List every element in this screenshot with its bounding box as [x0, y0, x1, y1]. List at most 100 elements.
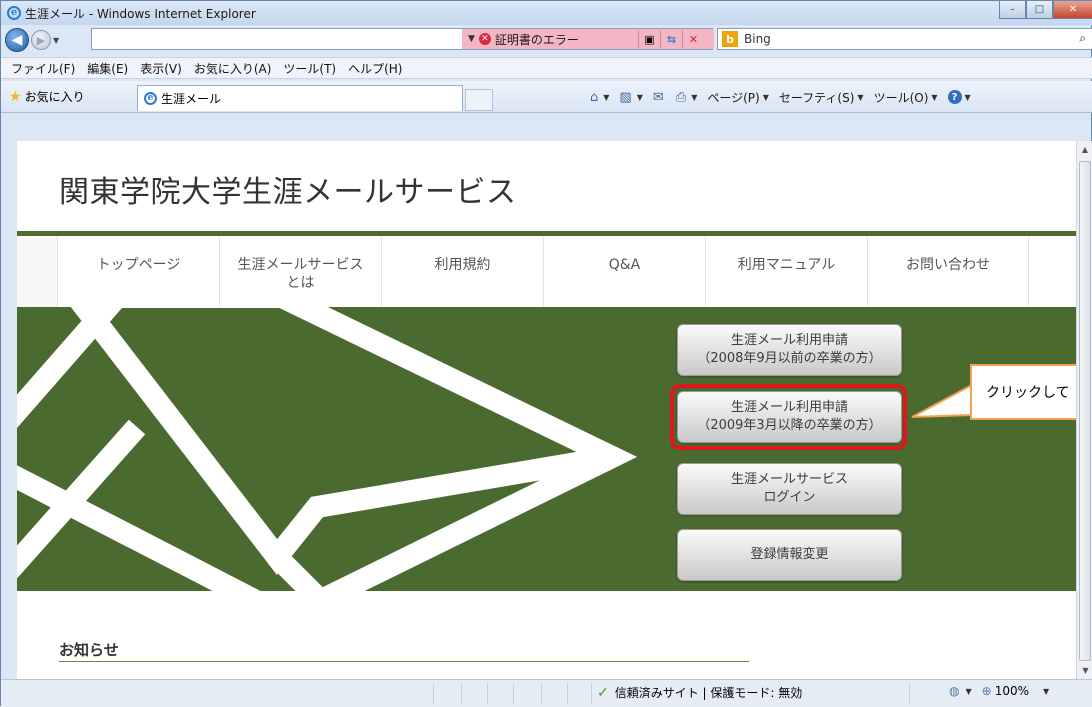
- ie-logo-icon: e: [7, 6, 21, 20]
- menu-tools[interactable]: ツール(T): [277, 60, 342, 77]
- nav-label: トップページ: [96, 257, 181, 273]
- help-icon: ?: [947, 90, 962, 104]
- callout-text: クリックして: [986, 385, 1070, 401]
- maximize-button[interactable]: □: [1026, 1, 1053, 19]
- zoom-level: 100%: [994, 684, 1030, 698]
- nav-top-page[interactable]: トップページ: [57, 236, 219, 307]
- compatibility-view-icon[interactable]: ▣: [638, 30, 660, 48]
- menu-help[interactable]: ヘルプ(H): [342, 60, 408, 77]
- site-title: 関東学院大学生涯メールサービス: [59, 175, 517, 210]
- site-navigation: トップページ 生涯メールサービス とは 利用規約 Q&A 利用マニュアル お問い合…: [17, 231, 1076, 307]
- close-button[interactable]: ✕: [1053, 1, 1092, 19]
- nav-label: 利用規約: [434, 257, 491, 273]
- chevron-down-icon: ▼: [965, 686, 972, 696]
- nav-label: Q&A: [608, 257, 641, 273]
- address-row: ◀ ▶ ▼ ▼ ✕ 証明書のエラー ▣ ⇆ ✕ b Bing ⌕: [1, 25, 1092, 55]
- back-button[interactable]: ◀: [5, 28, 29, 52]
- page-menu-button[interactable]: ページ(P) ▼: [702, 89, 774, 106]
- edit-registration-button[interactable]: 登録情報変更: [677, 529, 902, 581]
- browser-window: e 生涯メール - Windows Internet Explorer – □ …: [0, 0, 1092, 707]
- tools-menu-label: ツール(O): [873, 90, 929, 105]
- callout-note: クリックして: [970, 364, 1076, 420]
- button-label: 登録情報変更: [750, 547, 829, 562]
- tab-title: 生涯メール: [161, 92, 222, 106]
- scroll-up-icon[interactable]: ▲: [1077, 141, 1092, 158]
- zoom-icon: ⊕: [981, 684, 992, 698]
- help-button[interactable]: ? ▼: [943, 90, 976, 104]
- status-bar: ✓ 信頼済みサイト | 保護モード: 無効 ◍ ▼ ⊕ 100% ▼: [1, 679, 1092, 707]
- history-dropdown-icon[interactable]: ▼: [53, 36, 63, 45]
- search-field[interactable]: b Bing ⌕: [717, 28, 1092, 50]
- safety-menu-label: セーフティ(S): [778, 90, 855, 105]
- button-label: 生涯メール利用申請: [730, 333, 848, 348]
- page-viewport: 関東学院大学生涯メールサービス トップページ 生涯メールサービス とは 利用規約 …: [17, 141, 1076, 679]
- nav-contact[interactable]: お問い合わせ: [867, 236, 1029, 307]
- command-bar: ⌂ ▼ ▧ ▼ ✉ ⎙ ▼ ページ(P) ▼ セーフティ(S) ▼ ツール(O) ▼ ? ▼: [585, 81, 976, 113]
- menu-favorites[interactable]: お気に入り(A): [188, 60, 278, 77]
- stop-icon[interactable]: ✕: [682, 30, 704, 48]
- ie-tab-icon: e: [144, 92, 157, 105]
- tools-menu-button[interactable]: ツール(O) ▼: [869, 89, 943, 106]
- news-divider: [59, 661, 749, 662]
- address-dropdown-icon[interactable]: ▼: [468, 34, 475, 44]
- button-sublabel: （2008年9月以前の卒業の方）: [697, 351, 882, 366]
- home-button[interactable]: ⌂ ▼: [585, 90, 614, 105]
- search-engine-label: Bing: [744, 32, 771, 46]
- menu-bar: ファイル(F) 編集(E) 表示(V) お気に入り(A) ツール(T) ヘルプ(…: [1, 57, 1092, 79]
- feeds-button[interactable]: ▧ ▼: [614, 90, 647, 105]
- button-label: 生涯メールサービス: [730, 472, 848, 487]
- hero-banner: 生涯メール利用申請 （2008年9月以前の卒業の方） 生涯メール利用申請 （20…: [17, 307, 1076, 591]
- login-button[interactable]: 生涯メールサービス ログイン: [677, 463, 902, 515]
- nav-label-line2: とは: [286, 275, 315, 291]
- menu-file[interactable]: ファイル(F): [5, 60, 81, 77]
- star-icon: ★: [9, 88, 22, 105]
- printer-icon: ⎙: [675, 89, 687, 105]
- print-button[interactable]: ⎙ ▼: [671, 90, 703, 105]
- zoom-dropdown-icon[interactable]: ▼: [1043, 687, 1049, 696]
- nav-label: 利用マニュアル: [737, 257, 836, 273]
- window-controls: – □ ✕: [999, 1, 1092, 19]
- mail-button[interactable]: ✉: [648, 90, 671, 105]
- nav-about-service[interactable]: 生涯メールサービス とは: [219, 236, 381, 307]
- mail-icon: ✉: [652, 89, 664, 105]
- security-zone-label: 信頼済みサイト | 保護モード: 無効: [614, 686, 803, 700]
- cert-error-icon: ✕: [478, 33, 491, 45]
- nav-label: 生涯メールサービス: [237, 257, 364, 273]
- news-heading: お知らせ: [59, 641, 119, 659]
- highlight-frame: [670, 384, 907, 450]
- search-icon[interactable]: ⌕: [1079, 31, 1086, 46]
- security-zone[interactable]: ✓ 信頼済みサイト | 保護モード: 無効: [597, 684, 802, 701]
- zoom-control[interactable]: ◍ ▼ ⊕ 100% ▼: [949, 684, 1049, 698]
- nav-label: お問い合わせ: [906, 257, 990, 273]
- safety-menu-button[interactable]: セーフティ(S) ▼: [774, 89, 869, 106]
- nav-terms[interactable]: 利用規約: [381, 236, 543, 307]
- favorites-label: お気に入り: [24, 90, 85, 104]
- nav-manual[interactable]: 利用マニュアル: [705, 236, 867, 307]
- rss-icon: ▧: [619, 89, 632, 105]
- globe-icon: ◍: [949, 684, 960, 698]
- vertical-scrollbar[interactable]: ▲ ▼: [1076, 141, 1092, 679]
- bing-logo-icon: b: [722, 31, 738, 47]
- check-icon: ✓: [597, 684, 609, 701]
- address-field[interactable]: ▼ ✕ 証明書のエラー ▣ ⇆ ✕: [91, 28, 714, 50]
- menu-edit[interactable]: 編集(E): [81, 60, 134, 77]
- new-tab-button[interactable]: [465, 89, 493, 111]
- scroll-thumb[interactable]: [1079, 161, 1091, 661]
- menu-view[interactable]: 表示(V): [134, 60, 188, 77]
- page-menu-label: ページ(P): [707, 90, 760, 105]
- frame-left: [1, 114, 17, 679]
- envelope-icon: [17, 307, 638, 591]
- home-icon: ⌂: [590, 89, 599, 105]
- minimize-button[interactable]: –: [999, 1, 1026, 19]
- address-actions: ▣ ⇆ ✕: [638, 30, 704, 48]
- favorites-bar: ★ お気に入り e 生涯メール ⌂ ▼ ▧ ▼ ✉ ⎙ ▼ ページ(P) ▼ セーフティ…: [1, 81, 1092, 113]
- tab-current[interactable]: e 生涯メール: [137, 85, 463, 111]
- apply-before-2008-button[interactable]: 生涯メール利用申請 （2008年9月以前の卒業の方）: [677, 324, 902, 376]
- window-title: 生涯メール - Windows Internet Explorer: [25, 6, 256, 21]
- forward-button[interactable]: ▶: [31, 30, 51, 50]
- refresh-icon[interactable]: ⇆: [660, 30, 682, 48]
- nav-faq[interactable]: Q&A: [543, 236, 705, 307]
- button-sublabel: ログイン: [763, 490, 816, 505]
- favorites-button[interactable]: ★ お気に入り: [1, 84, 93, 110]
- scroll-down-icon[interactable]: ▼: [1077, 662, 1092, 679]
